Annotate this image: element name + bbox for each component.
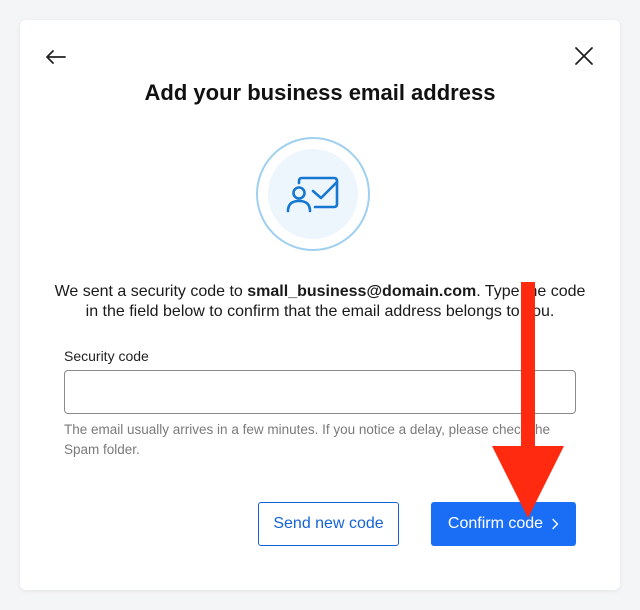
helper-text: The email usually arrives in a few minut… bbox=[64, 422, 550, 457]
security-code-label: Security code bbox=[64, 348, 149, 364]
close-icon bbox=[575, 47, 593, 65]
verification-message: We sent a security code to small_busines… bbox=[54, 283, 586, 320]
security-code-input[interactable] bbox=[64, 370, 576, 414]
back-button[interactable] bbox=[44, 46, 68, 68]
confirm-code-button[interactable]: Confirm code bbox=[431, 502, 576, 546]
close-button[interactable] bbox=[572, 44, 596, 68]
send-new-code-button[interactable]: Send new code bbox=[258, 502, 399, 546]
email-verification-dialog: Add your business email address We sent … bbox=[20, 20, 620, 590]
email-contact-card-icon bbox=[256, 137, 370, 251]
chevron-right-icon bbox=[551, 518, 559, 530]
email-illustration bbox=[255, 136, 371, 252]
email-address: small_business@domain.com bbox=[247, 283, 477, 300]
dialog-title: Add your business email address bbox=[144, 80, 496, 105]
arrow-left-icon bbox=[46, 50, 66, 64]
